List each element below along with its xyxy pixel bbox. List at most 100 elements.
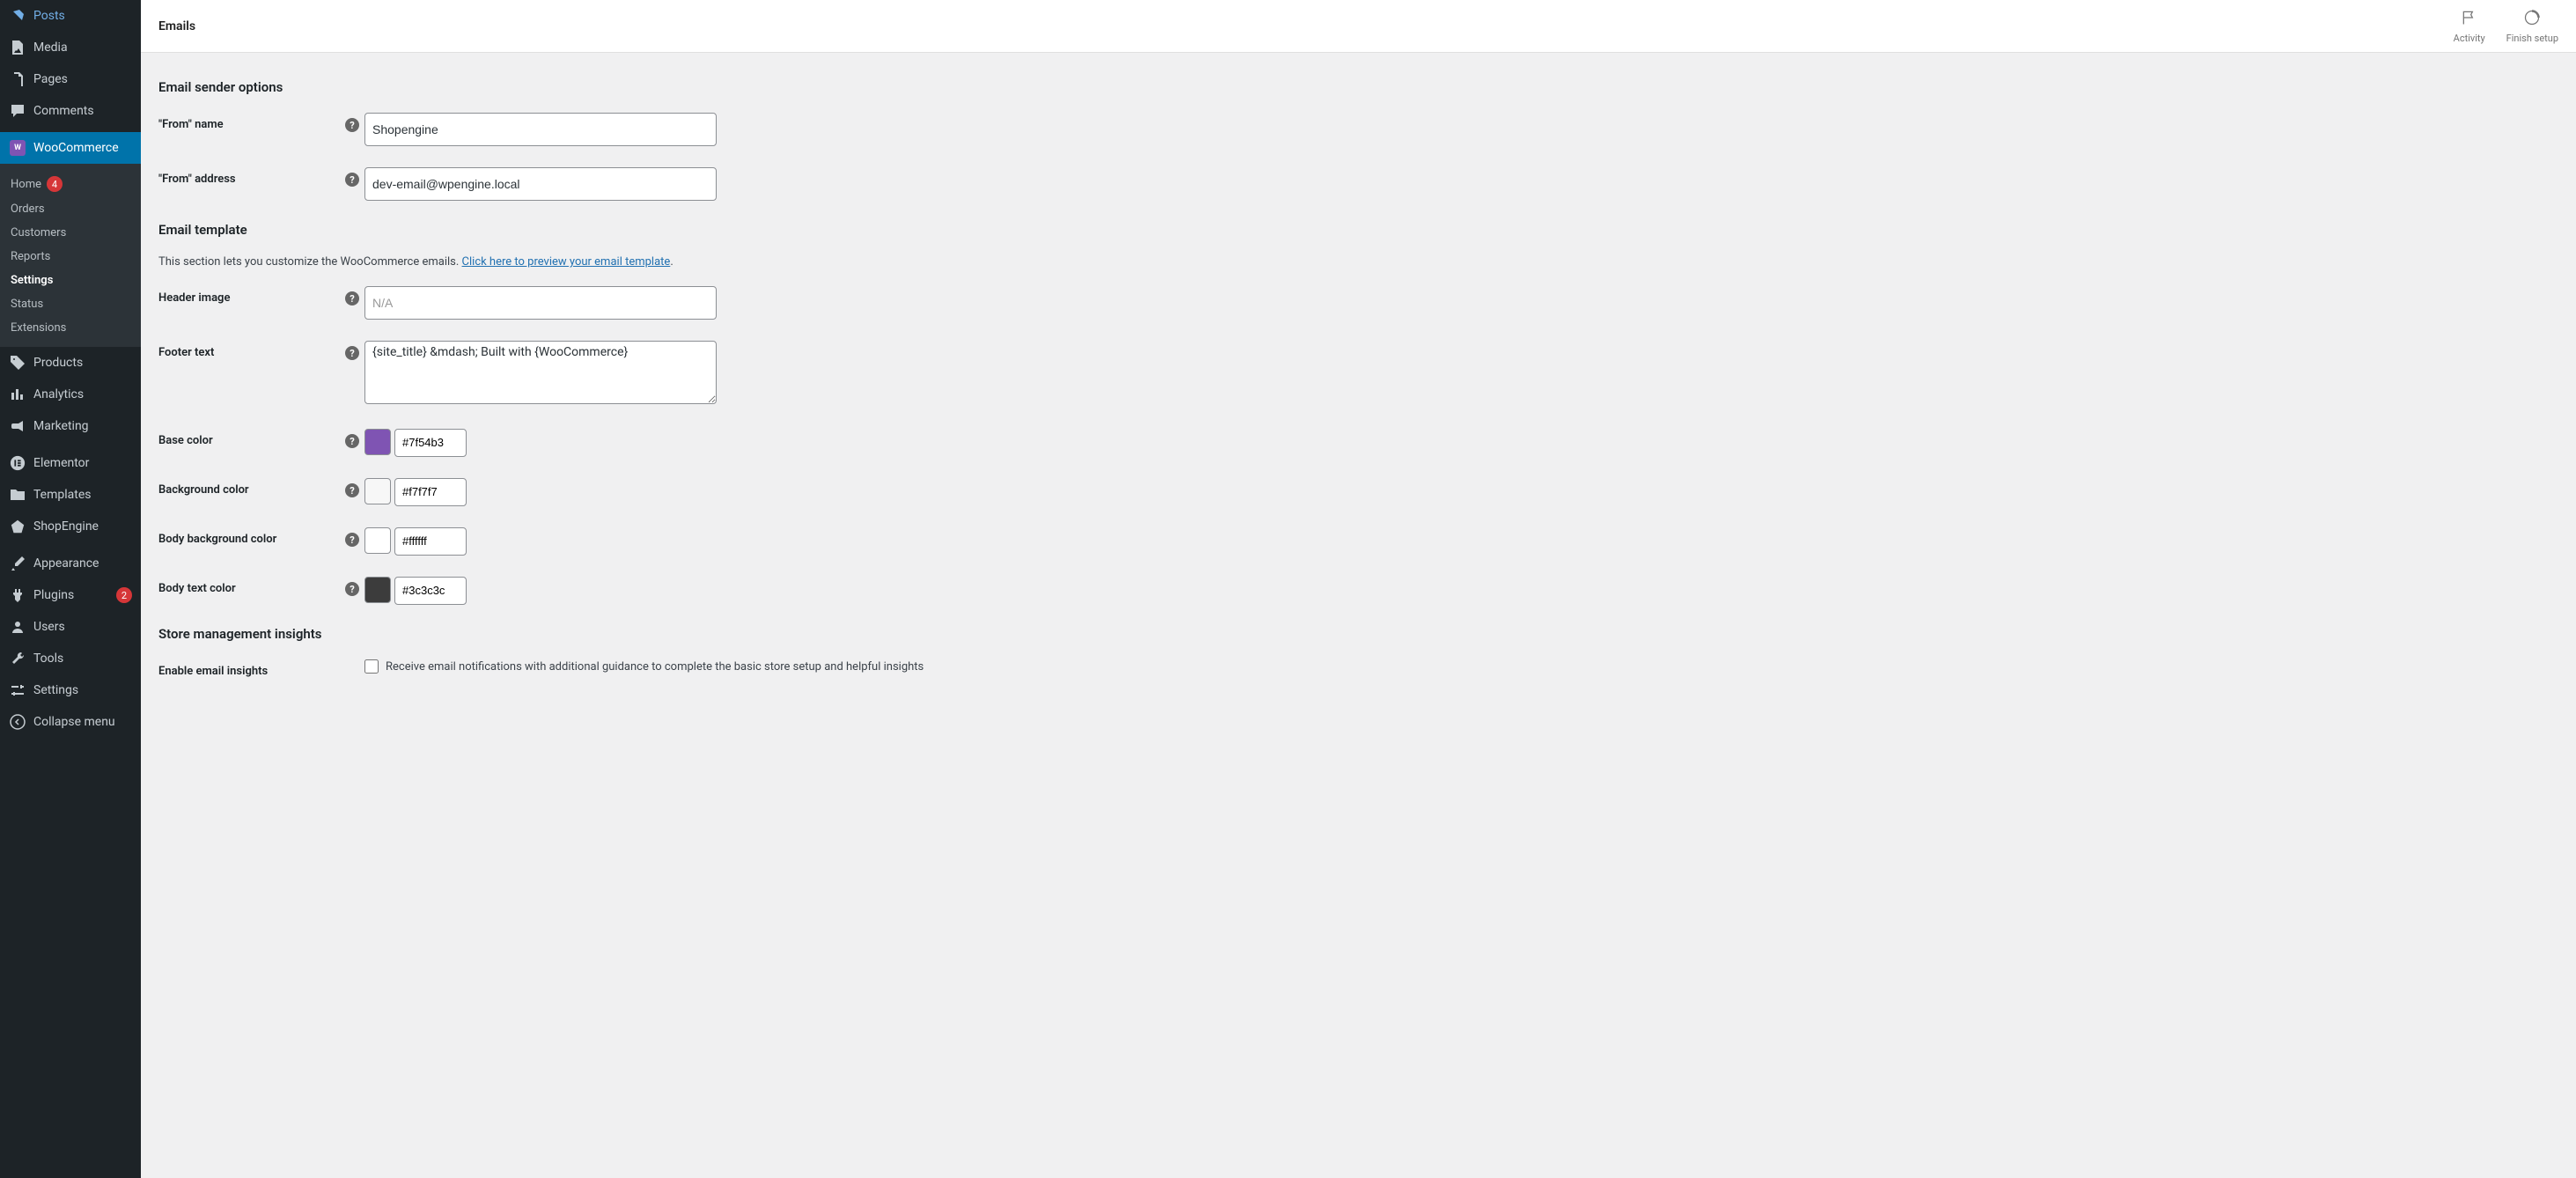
footer-text-input[interactable] [364,341,717,404]
collapse-icon [9,713,26,731]
comment-icon [9,102,26,120]
menu-label: Pages [33,72,132,86]
help-icon[interactable]: ? [345,582,359,596]
main-content: Email sender options "From" name ? "From… [141,53,2576,1178]
base-color-swatch[interactable] [364,429,391,455]
bg-color-input[interactable] [394,478,467,506]
menu-label: Plugins [33,588,111,602]
menu-label: WooCommerce [33,141,132,155]
count-badge: 4 [47,176,63,192]
menu-woocommerce[interactable]: W WooCommerce [0,132,141,164]
help-icon[interactable]: ? [345,173,359,187]
menu-appearance[interactable]: Appearance [0,548,141,579]
menu-posts[interactable]: Posts [0,0,141,32]
submenu-extensions[interactable]: Extensions [0,316,141,340]
menu-label: Users [33,620,132,634]
menu-settings[interactable]: Settings [0,674,141,706]
woocommerce-submenu: Home 4 Orders Customers Reports Settings… [0,164,141,347]
menu-comments[interactable]: Comments [0,95,141,127]
bg-color-swatch[interactable] [364,478,391,504]
body-bg-color-label: Body background color [158,527,343,546]
menu-plugins[interactable]: Plugins 2 [0,579,141,611]
body-text-color-swatch[interactable] [364,577,391,603]
elementor-icon [9,454,26,472]
topbar: Emails Activity Finish setup [141,0,2576,53]
admin-sidebar: Posts Media Pages Comments W WooCommerce [0,0,141,1178]
submenu-label: Home [11,178,41,191]
folder-icon [9,486,26,504]
menu-elementor[interactable]: Elementor [0,447,141,479]
help-icon[interactable]: ? [345,291,359,306]
submenu-home[interactable]: Home 4 [0,171,141,197]
woocommerce-icon: W [9,139,26,157]
menu-users[interactable]: Users [0,611,141,643]
chart-icon [9,386,26,403]
action-label: Activity [2454,33,2485,44]
menu-label: Tools [33,652,132,666]
menu-templates[interactable]: Templates [0,479,141,511]
tag-icon [9,354,26,372]
menu-analytics[interactable]: Analytics [0,379,141,410]
menu-tools[interactable]: Tools [0,643,141,674]
submenu-status[interactable]: Status [0,292,141,316]
base-color-input[interactable] [394,429,467,457]
help-icon[interactable]: ? [345,533,359,547]
header-image-input[interactable] [364,286,717,320]
menu-collapse[interactable]: Collapse menu [0,706,141,738]
menu-label: Media [33,40,132,55]
wrench-icon [9,650,26,667]
activity-button[interactable]: Activity [2454,9,2485,44]
menu-label: Settings [33,683,132,697]
header-image-label: Header image [158,286,343,305]
menu-label: Marketing [33,419,132,433]
from-address-label: "From" address [158,167,343,186]
shopengine-icon [9,518,26,535]
base-color-label: Base color [158,429,343,447]
help-icon[interactable]: ? [345,346,359,360]
from-name-input[interactable] [364,113,717,146]
submenu-settings[interactable]: Settings [0,269,141,292]
user-icon [9,618,26,636]
section-title-template: Email template [158,222,2558,238]
footer-text-label: Footer text [158,341,343,359]
submenu-reports[interactable]: Reports [0,245,141,269]
from-address-input[interactable] [364,167,717,201]
help-icon[interactable]: ? [345,434,359,448]
enable-insights-checkbox[interactable] [364,659,379,674]
help-icon[interactable]: ? [345,118,359,132]
menu-label: Analytics [33,387,132,401]
submenu-customers[interactable]: Customers [0,221,141,245]
menu-label: ShopEngine [33,519,132,534]
count-badge: 2 [116,587,132,603]
section-title-sender: Email sender options [158,79,2558,95]
pin-icon [9,7,26,25]
page-title: Emails [158,19,2454,33]
body-bg-color-input[interactable] [394,527,467,556]
bg-color-label: Background color [158,478,343,497]
finish-setup-button[interactable]: Finish setup [2506,9,2558,44]
brush-icon [9,555,26,572]
template-description: This section lets you customize the WooC… [158,255,2558,269]
action-label: Finish setup [2506,33,2558,44]
help-icon[interactable]: ? [345,483,359,497]
enable-insights-label: Enable email insights [158,659,343,678]
body-text-color-label: Body text color [158,577,343,595]
flag-icon [2461,9,2478,31]
menu-media[interactable]: Media [0,32,141,63]
sliders-icon [9,681,26,699]
menu-label: Posts [33,9,132,23]
megaphone-icon [9,417,26,435]
submenu-orders[interactable]: Orders [0,197,141,221]
body-bg-color-swatch[interactable] [364,527,391,554]
preview-template-link[interactable]: Click here to preview your email templat… [462,255,671,269]
menu-marketing[interactable]: Marketing [0,410,141,442]
body-text-color-input[interactable] [394,577,467,605]
menu-pages[interactable]: Pages [0,63,141,95]
menu-label: Comments [33,104,132,118]
menu-label: Appearance [33,556,132,571]
media-icon [9,39,26,56]
menu-shopengine[interactable]: ShopEngine [0,511,141,542]
menu-products[interactable]: Products [0,347,141,379]
from-name-label: "From" name [158,113,343,131]
section-title-insights: Store management insights [158,626,2558,642]
